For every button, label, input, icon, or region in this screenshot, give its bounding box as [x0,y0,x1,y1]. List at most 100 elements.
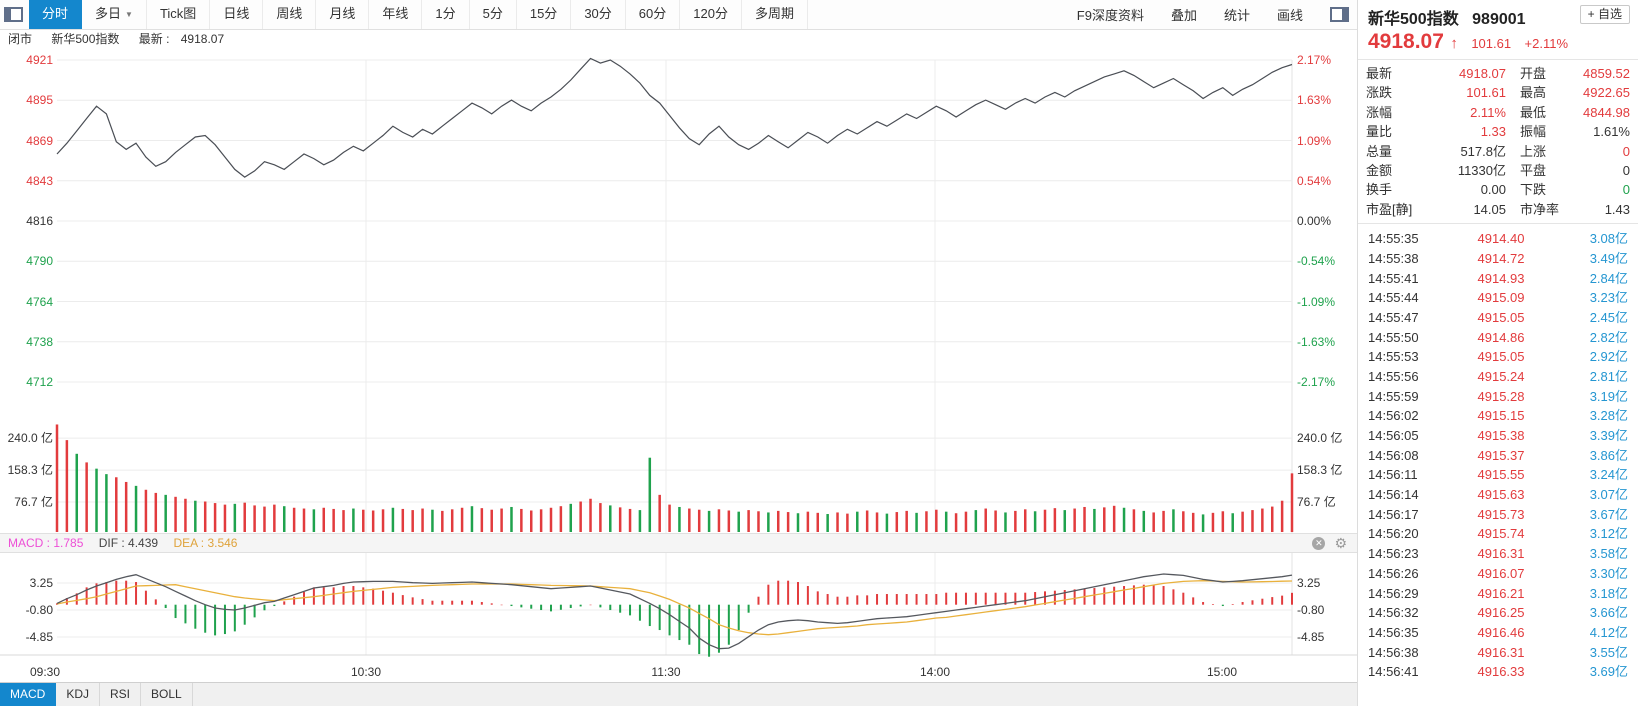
tick-volume: 4.12亿 [1589,624,1628,640]
tick-row[interactable]: 14:56:17 4915.73 3.67亿 [1358,505,1638,525]
period-tab-月线[interactable]: 月线 [316,0,370,29]
tick-row[interactable]: 14:56:23 4916.31 3.58亿 [1358,544,1638,564]
tick-time: 14:56:17 [1368,506,1419,522]
period-tab-周线[interactable]: 周线 [263,0,317,29]
macd-axis-label: 3.25 [29,576,53,591]
stat-value: 14.05 [1473,201,1506,217]
stats-row: 市盈[静] 14.05 市净率 1.43 [1358,200,1638,219]
menu-item-统计[interactable]: 统计 [1224,5,1250,24]
tick-time: 14:55:56 [1368,368,1419,384]
tick-row[interactable]: 14:56:26 4916.07 3.30亿 [1358,564,1638,584]
tick-time: 14:56:05 [1368,428,1419,443]
period-tab-120分[interactable]: 120分 [680,0,742,29]
tick-time: 14:56:14 [1368,487,1419,503]
tick-row[interactable]: 14:56:41 4916.33 3.69亿 [1358,662,1638,682]
tick-row[interactable]: 14:55:41 4914.93 2.84亿 [1358,269,1638,289]
stat-label: 最低 [1520,104,1547,120]
tick-time: 14:56:41 [1368,664,1419,680]
add-watchlist-button[interactable]: + 自选 [1579,5,1630,24]
stat-value: 4922.65 [1583,85,1630,101]
stat-value: 0 [1622,182,1630,198]
tick-row[interactable]: 14:55:50 4914.86 2.82亿 [1358,328,1638,348]
tick-row[interactable]: 14:55:35 4914.40 3.08亿 [1358,229,1638,249]
tick-volume: 3.28亿 [1589,408,1628,424]
latest-label: 最新 : [138,32,170,46]
tick-row[interactable]: 14:56:05 4915.38 3.39亿 [1358,426,1638,446]
stat-value: 1.61% [1593,124,1630,140]
tick-row[interactable]: 14:55:53 4915.05 2.92亿 [1358,347,1638,367]
period-tab-多周期[interactable]: 多周期 [742,0,808,29]
price-change: 101.61 [1471,36,1512,51]
tick-row[interactable]: 14:55:38 4914.72 3.49亿 [1358,249,1638,269]
expand-right-panel-icon[interactable] [1330,7,1349,22]
period-tab-日线[interactable]: 日线 [210,0,264,29]
time-axis-label: 14:00 [919,665,951,679]
tick-price: 4916.31 [1477,644,1525,660]
period-tab-分时[interactable]: 分时 [29,0,83,29]
period-tab-5分[interactable]: 5分 [470,0,517,29]
chart-canvas[interactable] [0,49,1357,682]
tick-row[interactable]: 14:56:29 4916.21 3.18亿 [1358,584,1638,604]
menu-item-F9深度资料[interactable]: F9深度资料 [1077,5,1144,24]
tick-row[interactable]: 14:56:20 4915.74 3.12亿 [1358,524,1638,544]
menu-item-画线[interactable]: 画线 [1277,5,1303,24]
status-bar: 闭市 新华500指数 最新 : 4918.07 [0,30,1357,49]
period-tab-Tick图[interactable]: Tick图 [147,0,211,29]
volume-axis-label: 158.3 亿 [1297,463,1343,478]
tick-row[interactable]: 14:56:32 4916.25 3.66亿 [1358,603,1638,623]
tick-row[interactable]: 14:55:59 4915.28 3.19亿 [1358,387,1638,407]
tick-volume: 2.82亿 [1589,329,1628,345]
tick-time: 14:55:38 [1368,250,1419,266]
volume-axis-label: 158.3 亿 [7,463,53,478]
period-tab-60分[interactable]: 60分 [626,0,681,29]
tick-price: 4915.28 [1477,388,1525,404]
tick-price: 4915.73 [1477,506,1525,522]
tick-volume: 3.18亿 [1589,585,1628,601]
tick-volume: 3.24亿 [1589,467,1628,483]
dif-value-label: DIF : 4.439 [98,536,159,550]
menu-item-叠加[interactable]: 叠加 [1171,5,1197,24]
tick-price: 4915.74 [1477,526,1525,542]
tick-row[interactable]: 14:56:08 4915.37 3.86亿 [1358,446,1638,466]
stat-value: 11330亿 [1457,162,1506,178]
tick-time: 14:55:35 [1368,231,1419,247]
tick-row[interactable]: 14:56:02 4915.15 3.28亿 [1358,406,1638,426]
price-axis-label: 4790 [26,254,53,269]
indicator-tab-KDJ[interactable]: KDJ [56,683,101,706]
collapse-left-panel-icon[interactable] [4,7,23,22]
volume-axis-label: 76.7 亿 [1297,495,1336,509]
tick-row[interactable]: 14:56:11 4915.55 3.24亿 [1358,465,1638,485]
stat-value: 4918.07 [1459,66,1506,81]
tick-volume: 2.81亿 [1589,368,1628,384]
chart-region: 4921 4895 4869 4843 4816 4790 4764 4738 4712 2.17… [0,49,1357,682]
percent-axis-label: -1.09% [1297,294,1336,309]
macd-value-label: MACD : 1.785 [8,536,84,550]
stats-grid: 最新 4918.07 开盘 4859.52 涨跌 101.61 最高 4922.65 涨幅 2.1… [1358,60,1638,225]
stat-value: 101.61 [1466,85,1506,101]
tick-volume: 3.23亿 [1589,290,1628,306]
indicator-tab-RSI[interactable]: RSI [100,683,142,706]
period-tab-15分[interactable]: 15分 [517,0,572,29]
current-price: 4918.07 [1368,30,1444,53]
tick-row[interactable]: 14:55:47 4915.05 2.45亿 [1358,308,1638,328]
period-tab-30分[interactable]: 30分 [571,0,626,29]
indicator-settings-gear-icon[interactable]: ⚙ [1334,536,1347,550]
tick-price: 4916.31 [1477,546,1525,562]
tick-row[interactable]: 14:55:44 4915.09 3.23亿 [1358,288,1638,308]
indicator-tab-MACD[interactable]: MACD [0,683,57,706]
tick-row[interactable]: 14:56:35 4916.46 4.12亿 [1358,623,1638,643]
close-indicator-icon[interactable]: ✕ [1312,536,1326,550]
price-axis-label: 4921 [26,53,53,67]
stat-label: 涨跌 [1366,85,1393,101]
indicator-tab-BOLL[interactable]: BOLL [141,683,193,706]
tick-price: 4915.05 [1477,309,1525,325]
tick-row[interactable]: 14:56:38 4916.31 3.55亿 [1358,643,1638,663]
tick-row[interactable]: 14:56:14 4915.63 3.07亿 [1358,485,1638,505]
period-tab-年线[interactable]: 年线 [369,0,423,29]
tick-row[interactable]: 14:55:56 4915.24 2.81亿 [1358,367,1638,387]
tick-price: 4914.40 [1477,231,1525,247]
period-tab-1分[interactable]: 1分 [422,0,470,29]
stats-row: 金额 11330亿 平盘 0 [1358,161,1638,180]
period-tab-多日[interactable]: 多日 ▼ [82,0,147,29]
stats-row: 量比 1.33 振幅 1.61% [1358,122,1638,141]
